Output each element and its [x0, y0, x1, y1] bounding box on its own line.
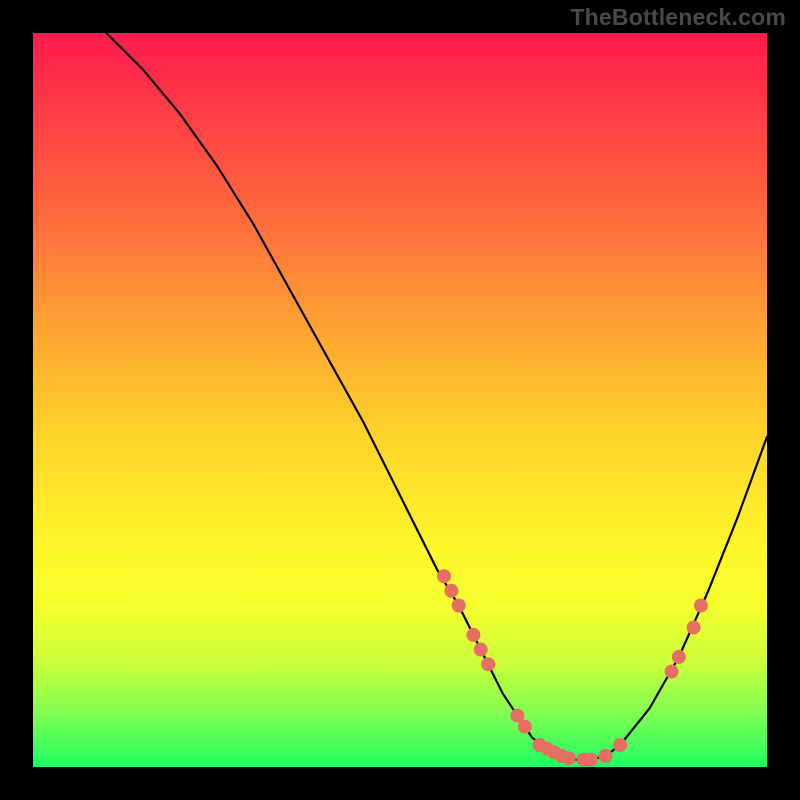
- data-marker: [452, 599, 466, 613]
- data-marker: [562, 751, 576, 765]
- data-marker: [481, 657, 495, 671]
- chart-frame: TheBottleneck.com: [0, 0, 800, 800]
- data-marker: [466, 628, 480, 642]
- data-marker: [694, 599, 708, 613]
- curve-svg: [33, 33, 767, 767]
- marker-group: [437, 569, 708, 767]
- data-marker: [613, 738, 627, 752]
- data-marker: [584, 753, 598, 767]
- data-marker: [437, 569, 451, 583]
- data-marker: [599, 749, 613, 763]
- bottleneck-curve: [106, 33, 767, 760]
- data-marker: [518, 720, 532, 734]
- plot-area: [33, 33, 767, 767]
- data-marker: [665, 665, 679, 679]
- attribution-text: TheBottleneck.com: [570, 4, 786, 31]
- data-marker: [687, 621, 701, 635]
- data-marker: [672, 650, 686, 664]
- data-marker: [444, 584, 458, 598]
- data-marker: [474, 643, 488, 657]
